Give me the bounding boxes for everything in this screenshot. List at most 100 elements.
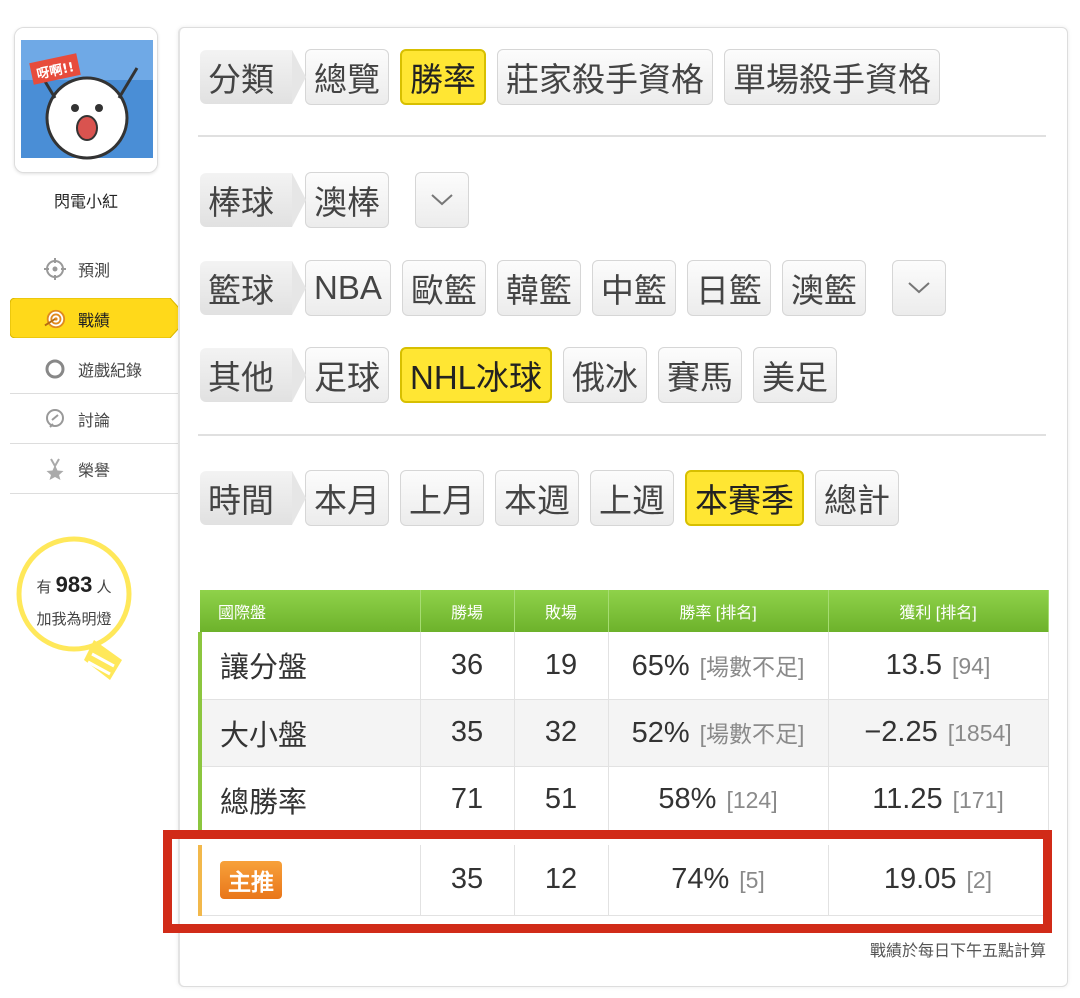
row-losses: 32 bbox=[514, 699, 609, 767]
filter-label: 時間 bbox=[200, 471, 306, 525]
option-russia-hockey[interactable]: 俄冰 bbox=[563, 347, 648, 403]
filter-row-baseball: 棒球 澳棒 bbox=[200, 172, 469, 228]
option-japan-basketball[interactable]: 日籃 bbox=[686, 260, 771, 316]
filter-row-other: 其他 足球 NHL冰球 俄冰 賽馬 美足 bbox=[200, 347, 848, 403]
row-losses: 19 bbox=[514, 632, 609, 700]
follower-caption: 加我為明燈 bbox=[36, 610, 112, 628]
row-name: 讓分盤 bbox=[198, 632, 421, 700]
row-losses: 51 bbox=[514, 766, 609, 834]
option-soccer[interactable]: 足球 bbox=[305, 347, 389, 403]
tab-single-killer[interactable]: 單場殺手資格 bbox=[724, 49, 940, 105]
filter-row-time: 時間 本月 上月 本週 上週 本賽季 總計 bbox=[200, 470, 910, 526]
sidebar-item-label: 戰績 bbox=[78, 313, 111, 330]
win-rate-rank: [場數不足] bbox=[699, 721, 805, 747]
sidebar-item-label: 預測 bbox=[78, 263, 111, 280]
option-last-month[interactable]: 上月 bbox=[400, 470, 484, 526]
chevron-down-icon bbox=[431, 194, 453, 206]
row-profit: 13.5 [94] bbox=[828, 632, 1049, 700]
highlight-box bbox=[163, 830, 1052, 933]
tab-banker-killer[interactable]: 莊家殺手資格 bbox=[497, 49, 713, 105]
sidebar-item-discuss[interactable]: 討論 bbox=[10, 394, 178, 444]
row-wins: 35 bbox=[420, 699, 515, 767]
footnote: 戰績於每日下午五點計算 bbox=[869, 943, 1046, 960]
filter-label: 其他 bbox=[200, 348, 306, 402]
target-icon bbox=[44, 308, 66, 330]
option-nba[interactable]: NBA bbox=[305, 260, 391, 316]
option-euro-basketball[interactable]: 歐籃 bbox=[401, 260, 486, 316]
profit-rank: [171] bbox=[952, 787, 1004, 813]
divider bbox=[198, 135, 1046, 137]
win-rate-value: 58% bbox=[658, 783, 717, 815]
filter-row-basketball: 籃球 NBA 歐籃 韓籃 中籃 日籃 澳籃 bbox=[200, 260, 946, 316]
basketball-dropdown[interactable] bbox=[891, 260, 946, 316]
row-win-rate: 58% [124] bbox=[608, 766, 829, 834]
filter-label: 籃球 bbox=[200, 261, 306, 315]
win-rate-value: 65% bbox=[631, 649, 690, 682]
win-rate-rank: [124] bbox=[726, 787, 778, 813]
row-profit: 11.25 [171] bbox=[828, 766, 1049, 834]
follower-prefix: 有 bbox=[36, 579, 52, 596]
header-losses: 敗場 bbox=[514, 590, 609, 632]
sidebar-item-predict[interactable]: 預測 bbox=[10, 244, 178, 294]
header-market: 國際盤 bbox=[200, 590, 421, 632]
option-nhl-hockey[interactable]: NHL冰球 bbox=[400, 347, 553, 403]
sidebar-item-label: 榮譽 bbox=[78, 462, 111, 480]
filter-row-category: 分類 總覽 勝率 莊家殺手資格 單場殺手資格 bbox=[200, 49, 951, 105]
sidebar-item-label: 遊戲紀錄 bbox=[78, 362, 143, 380]
row-name: 總勝率 bbox=[198, 766, 421, 834]
header-wins: 勝場 bbox=[420, 590, 515, 632]
profit-rank: [94] bbox=[952, 652, 991, 679]
table-row: 大小盤 35 32 52% [場數不足] −2.25 [1854] bbox=[198, 699, 1049, 767]
circle-icon bbox=[44, 358, 66, 380]
header-profit: 獲利 [排名] bbox=[828, 590, 1049, 632]
chat-icon bbox=[44, 408, 66, 430]
option-aus-baseball[interactable]: 澳棒 bbox=[305, 172, 389, 228]
divider bbox=[198, 434, 1046, 436]
row-wins: 36 bbox=[420, 632, 515, 700]
row-wins: 71 bbox=[420, 766, 515, 834]
option-horse-racing[interactable]: 賽馬 bbox=[658, 347, 743, 403]
tab-win-rate[interactable]: 勝率 bbox=[400, 49, 486, 105]
profit-rank: [1854] bbox=[947, 720, 1012, 746]
sidebar-item-honor[interactable]: 榮譽 bbox=[10, 444, 178, 494]
chevron-down-icon bbox=[908, 282, 930, 294]
profit-value: −2.25 bbox=[864, 716, 938, 748]
option-this-season[interactable]: 本賽季 bbox=[685, 470, 804, 526]
row-win-rate: 65% [場數不足] bbox=[608, 632, 829, 700]
follower-suffix: 人 bbox=[96, 579, 112, 596]
option-american-football[interactable]: 美足 bbox=[753, 347, 838, 403]
tab-overview[interactable]: 總覽 bbox=[305, 49, 389, 105]
sidebar-item-game-log[interactable]: 遊戲紀錄 bbox=[10, 344, 178, 394]
header-win-rate: 勝率 [排名] bbox=[608, 590, 829, 632]
option-korea-basketball[interactable]: 韓籃 bbox=[496, 260, 581, 316]
option-this-week[interactable]: 本週 bbox=[495, 470, 579, 526]
option-china-basketball[interactable]: 中籃 bbox=[591, 260, 676, 316]
win-rate-rank: [場數不足] bbox=[699, 653, 805, 680]
profit-value: 13.5 bbox=[885, 648, 943, 681]
sidebar-item-record[interactable]: 戰績 bbox=[10, 294, 188, 344]
sidebar-item-label: 討論 bbox=[78, 412, 111, 430]
crosshair-icon bbox=[44, 258, 66, 280]
avatar[interactable]: 呀啊!! bbox=[14, 27, 158, 173]
option-aus-basketball[interactable]: 澳籃 bbox=[781, 260, 866, 316]
row-profit: −2.25 [1854] bbox=[828, 699, 1049, 767]
win-rate-value: 52% bbox=[631, 717, 690, 749]
option-this-month[interactable]: 本月 bbox=[305, 470, 389, 526]
baseball-dropdown[interactable] bbox=[415, 172, 469, 228]
option-last-week[interactable]: 上週 bbox=[590, 470, 674, 526]
medal-icon bbox=[44, 458, 66, 480]
filter-label: 棒球 bbox=[200, 173, 306, 227]
username: 閃電小紅 bbox=[53, 194, 118, 211]
row-win-rate: 52% [場數不足] bbox=[608, 699, 829, 767]
table-row: 讓分盤 36 19 65% [場數不足] 13.5 [94] bbox=[198, 632, 1049, 700]
option-total[interactable]: 總計 bbox=[815, 470, 899, 526]
sidebar-nav: 預測 戰績 遊戲紀錄 討論 榮譽 bbox=[10, 244, 188, 494]
follower-count: 有 983 人 加我為明燈 bbox=[14, 564, 134, 634]
table-row: 總勝率 71 51 58% [124] 11.25 [171] bbox=[198, 766, 1049, 834]
table-header: 國際盤 勝場 敗場 勝率 [排名] 獲利 [排名] bbox=[200, 590, 1049, 632]
row-name: 大小盤 bbox=[198, 699, 421, 767]
avatar-image: 呀啊!! bbox=[15, 28, 157, 172]
filter-label: 分類 bbox=[200, 50, 306, 104]
profit-value: 11.25 bbox=[872, 783, 943, 815]
follower-number: 983 bbox=[55, 572, 93, 597]
